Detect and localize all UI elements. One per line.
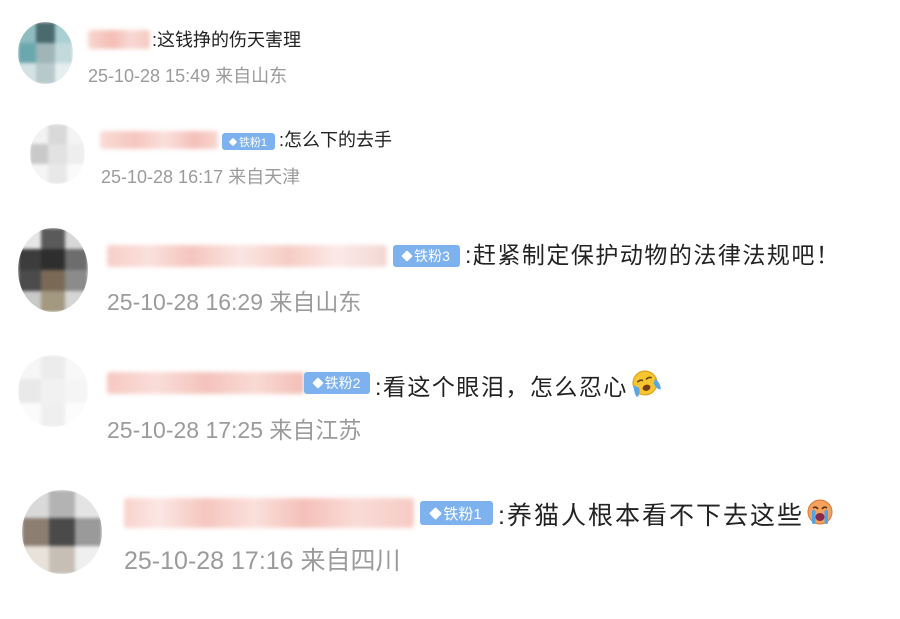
comment-meta: 25-10-28 15:49 来自山东	[88, 66, 288, 86]
avatar[interactable]	[30, 124, 85, 184]
username-blurred[interactable]	[124, 498, 414, 528]
avatar[interactable]	[22, 490, 102, 574]
loudly-crying-face-icon	[805, 497, 835, 535]
fan-badge[interactable]: 铁粉3	[393, 245, 460, 267]
fan-badge[interactable]: 铁粉2	[304, 372, 370, 394]
comment-text: :看这个眼泪，怎么忍心	[375, 373, 628, 400]
fan-badge[interactable]: 铁粉1	[420, 501, 493, 525]
fan-badge-label: 铁粉1	[443, 505, 482, 523]
username-blurred[interactable]	[100, 131, 218, 149]
comment-text-row: :看这个眼泪，怎么忍心	[375, 368, 661, 405]
avatar[interactable]	[18, 22, 73, 84]
comment-text-row: :养猫人根本看不下去这些	[498, 497, 835, 535]
avatar[interactable]	[18, 355, 88, 427]
username-blurred[interactable]	[88, 30, 150, 49]
comment-text: :怎么下的去手	[279, 130, 393, 150]
diamond-icon	[401, 250, 413, 262]
comment-text: :养猫人根本看不下去这些	[498, 502, 804, 530]
fan-badge[interactable]: 铁粉1	[222, 133, 275, 150]
username-blurred[interactable]	[107, 372, 304, 394]
avatar[interactable]	[18, 228, 88, 312]
comment-meta: 25-10-28 17:16 来自四川	[124, 547, 401, 575]
fan-badge-label: 铁粉2	[324, 375, 361, 391]
fan-badge-label: 铁粉3	[414, 248, 450, 264]
diamond-icon	[429, 506, 443, 520]
fan-badge-label: 铁粉1	[238, 136, 268, 149]
comment-meta: 25-10-28 17:25 来自江苏	[107, 417, 362, 443]
diamond-icon	[311, 377, 324, 389]
comment-text: :赶紧制定保护动物的法律法规吧！	[465, 242, 841, 268]
comment-meta: 25-10-28 16:29 来自山东	[107, 289, 362, 315]
crying-face-icon	[629, 368, 661, 405]
comment-text: :这钱挣的伤天害理	[152, 30, 302, 50]
username-blurred[interactable]	[107, 245, 387, 267]
comment-meta: 25-10-28 16:17 来自天津	[101, 167, 301, 187]
diamond-icon	[228, 137, 238, 146]
